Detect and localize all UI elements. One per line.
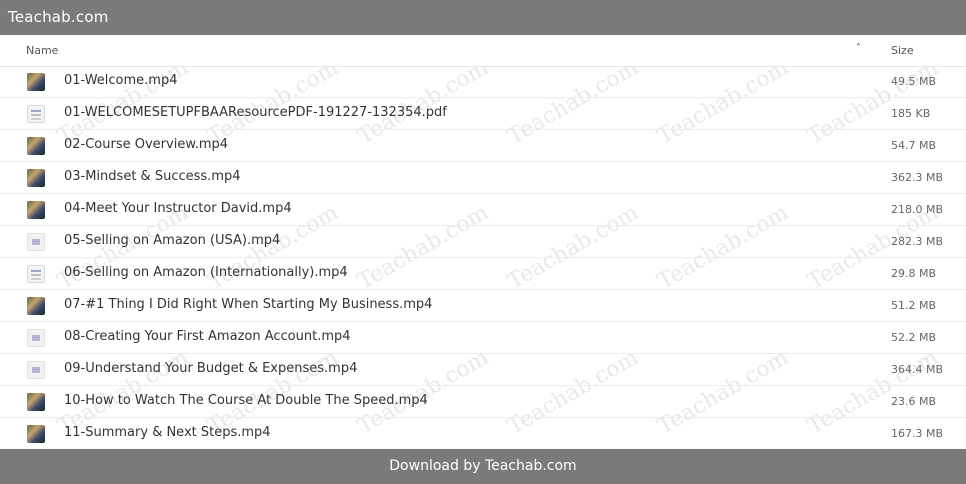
footer-bar: Download by Teachab.com — [0, 449, 966, 484]
file-size: 49.5 MB — [891, 75, 937, 88]
file-size: 52.2 MB — [891, 331, 937, 344]
file-row[interactable]: 07-#1 Thing I Did Right When Starting My… — [0, 290, 966, 322]
file-thumbnail-icon — [27, 169, 45, 187]
file-name[interactable]: 03-Mindset & Success.mp4 — [64, 169, 240, 184]
column-header: Name ˄ Size — [0, 35, 966, 67]
file-row[interactable]: 11-Summary & Next Steps.mp4 167.3 MB — [0, 418, 966, 450]
file-name[interactable]: 11-Summary & Next Steps.mp4 — [64, 425, 271, 440]
file-thumbnail-icon — [27, 233, 45, 251]
file-thumbnail-icon — [27, 73, 45, 91]
file-size: 167.3 MB — [891, 427, 944, 440]
file-size: 185 KB — [891, 107, 931, 120]
file-row[interactable]: 03-Mindset & Success.mp4 362.3 MB — [0, 162, 966, 194]
file-size: 364.4 MB — [891, 363, 944, 376]
file-thumbnail-icon — [27, 265, 45, 283]
file-size: 282.3 MB — [891, 235, 944, 248]
file-thumbnail-icon — [27, 361, 45, 379]
size-column-header[interactable]: Size — [891, 44, 914, 57]
top-bar: Teachab.com — [0, 0, 966, 35]
file-size: 23.6 MB — [891, 395, 937, 408]
file-name[interactable]: 05-Selling on Amazon (USA).mp4 — [64, 233, 280, 248]
file-thumbnail-icon — [27, 425, 45, 443]
file-name[interactable]: 01-Welcome.mp4 — [64, 73, 178, 88]
file-row[interactable]: 01-Welcome.mp4 49.5 MB — [0, 66, 966, 98]
file-size: 54.7 MB — [891, 139, 937, 152]
site-title: Teachab.com — [8, 8, 109, 26]
file-size: 51.2 MB — [891, 299, 937, 312]
file-thumbnail-icon — [27, 201, 45, 219]
file-list: 01-Welcome.mp4 49.5 MB 01-WELCOMESETUPFBA… — [0, 66, 966, 450]
file-thumbnail-icon — [27, 393, 45, 411]
file-size: 29.8 MB — [891, 267, 937, 280]
file-name[interactable]: 06-Selling on Amazon (Internationally).m… — [64, 265, 348, 280]
file-row[interactable]: 01-WELCOMESETUPFBAAResourcePDF-191227-13… — [0, 98, 966, 130]
file-thumbnail-icon — [27, 297, 45, 315]
file-row[interactable]: 09-Understand Your Budget & Expenses.mp4… — [0, 354, 966, 386]
file-row[interactable]: 04-Meet Your Instructor David.mp4 218.0 M… — [0, 194, 966, 226]
footer-download-text[interactable]: Download by Teachab.com — [0, 458, 966, 474]
file-row[interactable]: 05-Selling on Amazon (USA).mp4 282.3 MB — [0, 226, 966, 258]
file-size: 362.3 MB — [891, 171, 944, 184]
file-name[interactable]: 02-Course Overview.mp4 — [64, 137, 228, 152]
file-name[interactable]: 09-Understand Your Budget & Expenses.mp4 — [64, 361, 357, 376]
file-row[interactable]: 02-Course Overview.mp4 54.7 MB — [0, 130, 966, 162]
file-name[interactable]: 07-#1 Thing I Did Right When Starting My… — [64, 297, 432, 312]
name-column-header[interactable]: Name — [26, 44, 58, 57]
file-thumbnail-icon — [27, 329, 45, 347]
file-name[interactable]: 04-Meet Your Instructor David.mp4 — [64, 201, 292, 216]
chevron-up-icon[interactable]: ˄ — [856, 43, 861, 54]
file-name[interactable]: 10-How to Watch The Course At Double The… — [64, 393, 428, 408]
file-size: 218.0 MB — [891, 203, 944, 216]
file-row[interactable]: 06-Selling on Amazon (Internationally).m… — [0, 258, 966, 290]
file-name[interactable]: 01-WELCOMESETUPFBAAResourcePDF-191227-13… — [64, 105, 447, 120]
file-thumbnail-icon — [27, 105, 45, 123]
file-row[interactable]: 08-Creating Your First Amazon Account.mp… — [0, 322, 966, 354]
file-name[interactable]: 08-Creating Your First Amazon Account.mp… — [64, 329, 351, 344]
file-row[interactable]: 10-How to Watch The Course At Double The… — [0, 386, 966, 418]
file-thumbnail-icon — [27, 137, 45, 155]
